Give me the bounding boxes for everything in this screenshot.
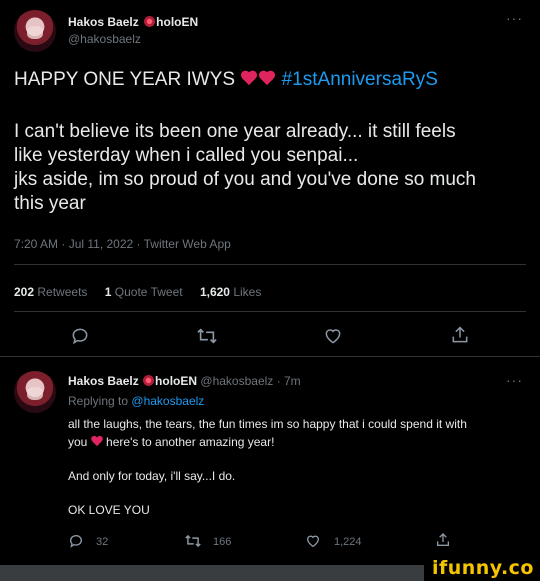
reply-icon[interactable] (70, 326, 90, 346)
like-icon[interactable] (305, 533, 321, 549)
reply-line: all the laughs, the tears, the fun times… (68, 417, 467, 431)
retweet-icon[interactable] (184, 533, 202, 549)
share-icon[interactable] (435, 532, 451, 548)
heart-emoji-icon (258, 71, 276, 87)
divider (0, 356, 540, 357)
oshi-mark-icon (143, 375, 155, 386)
replying-handle-link[interactable]: @hakosbaelz (131, 394, 204, 408)
author-suffix[interactable]: holoEN (156, 15, 198, 29)
heart-emoji-icon (240, 71, 258, 87)
ifunny-watermark: ifunny.co (423, 555, 540, 581)
tweet-body: I can't believe its been one year alread… (14, 120, 476, 216)
hashtag-link[interactable]: #1stAnniversaRyS (282, 69, 438, 90)
likes-label: Likes (233, 285, 262, 299)
headline-text: HAPPY ONE YEAR IWYS (14, 69, 236, 90)
likes-count: 1,620 (199, 285, 230, 299)
author-name[interactable]: Hakos Baelz (68, 15, 139, 29)
tweet-age[interactable]: · 7m (277, 374, 301, 388)
body-line: like yesterday when i called you senpai.… (14, 145, 359, 166)
reply-count: 32 (96, 536, 109, 548)
body-line: this year (14, 193, 86, 214)
like-icon[interactable] (323, 326, 343, 346)
reply-line-end: here's to another amazing year! (106, 435, 275, 449)
quotes-count: 1 (104, 285, 112, 299)
divider (14, 264, 526, 265)
tweet-headline: HAPPY ONE YEAR IWYS #1stAnniversaRyS (14, 69, 438, 91)
reply-body: all the laughs, the tears, the fun times… (68, 415, 467, 519)
avatar[interactable] (14, 371, 56, 413)
author-name[interactable]: Hakos Baelz (68, 374, 139, 388)
reply-icon[interactable] (68, 533, 84, 549)
more-options-icon[interactable]: ··· (506, 372, 523, 388)
retweet-icon[interactable] (196, 326, 218, 346)
body-line: jks aside, im so proud of you and you've… (14, 169, 477, 190)
tweet-timestamp[interactable]: 7:20 AM · Jul 11, 2022 · Twitter Web App (14, 237, 231, 251)
oshi-mark-icon (144, 16, 156, 27)
more-options-icon[interactable]: ··· (506, 10, 523, 26)
watermark-text: ifunny.co (431, 557, 534, 579)
retweets-stat[interactable]: 202 Retweets (14, 285, 87, 299)
author-line: Hakos Baelz holoEN (68, 13, 198, 31)
author-handle[interactable]: @hakosbaelz (200, 374, 273, 388)
body-line: I can't believe its been one year alread… (14, 121, 456, 142)
reply-author-line: Hakos Baelz holoEN @hakosbaelz · 7m (68, 374, 301, 388)
reply-line: you here's to another amazing year! (68, 433, 467, 451)
retweets-label: Retweets (37, 285, 88, 299)
likes-stat[interactable]: 1,620 Likes (200, 285, 261, 299)
retweets-count: 202 (14, 285, 35, 299)
avatar[interactable] (14, 10, 56, 52)
retweet-count: 166 (213, 536, 232, 548)
reply-line: And only for today, i'll say...I do. (68, 469, 236, 483)
replying-to: Replying to @hakosbaelz (68, 394, 204, 408)
like-count: 1,224 (334, 536, 362, 548)
reply-line-start: you (68, 435, 88, 449)
quotes-stat[interactable]: 1 Quote Tweet (105, 285, 183, 299)
heart-emoji-icon (91, 436, 103, 447)
author-suffix[interactable]: holoEN (155, 374, 197, 388)
replying-prefix: Replying to (68, 394, 129, 408)
author-handle[interactable]: @hakosbaelz (68, 32, 141, 46)
share-icon[interactable] (450, 325, 470, 345)
quotes-label: Quote Tweet (114, 285, 183, 299)
divider (14, 311, 526, 312)
tweet-stats: 202 Retweets 1 Quote Tweet 1,620 Likes (14, 285, 261, 299)
reply-line: OK LOVE YOU (68, 503, 150, 517)
